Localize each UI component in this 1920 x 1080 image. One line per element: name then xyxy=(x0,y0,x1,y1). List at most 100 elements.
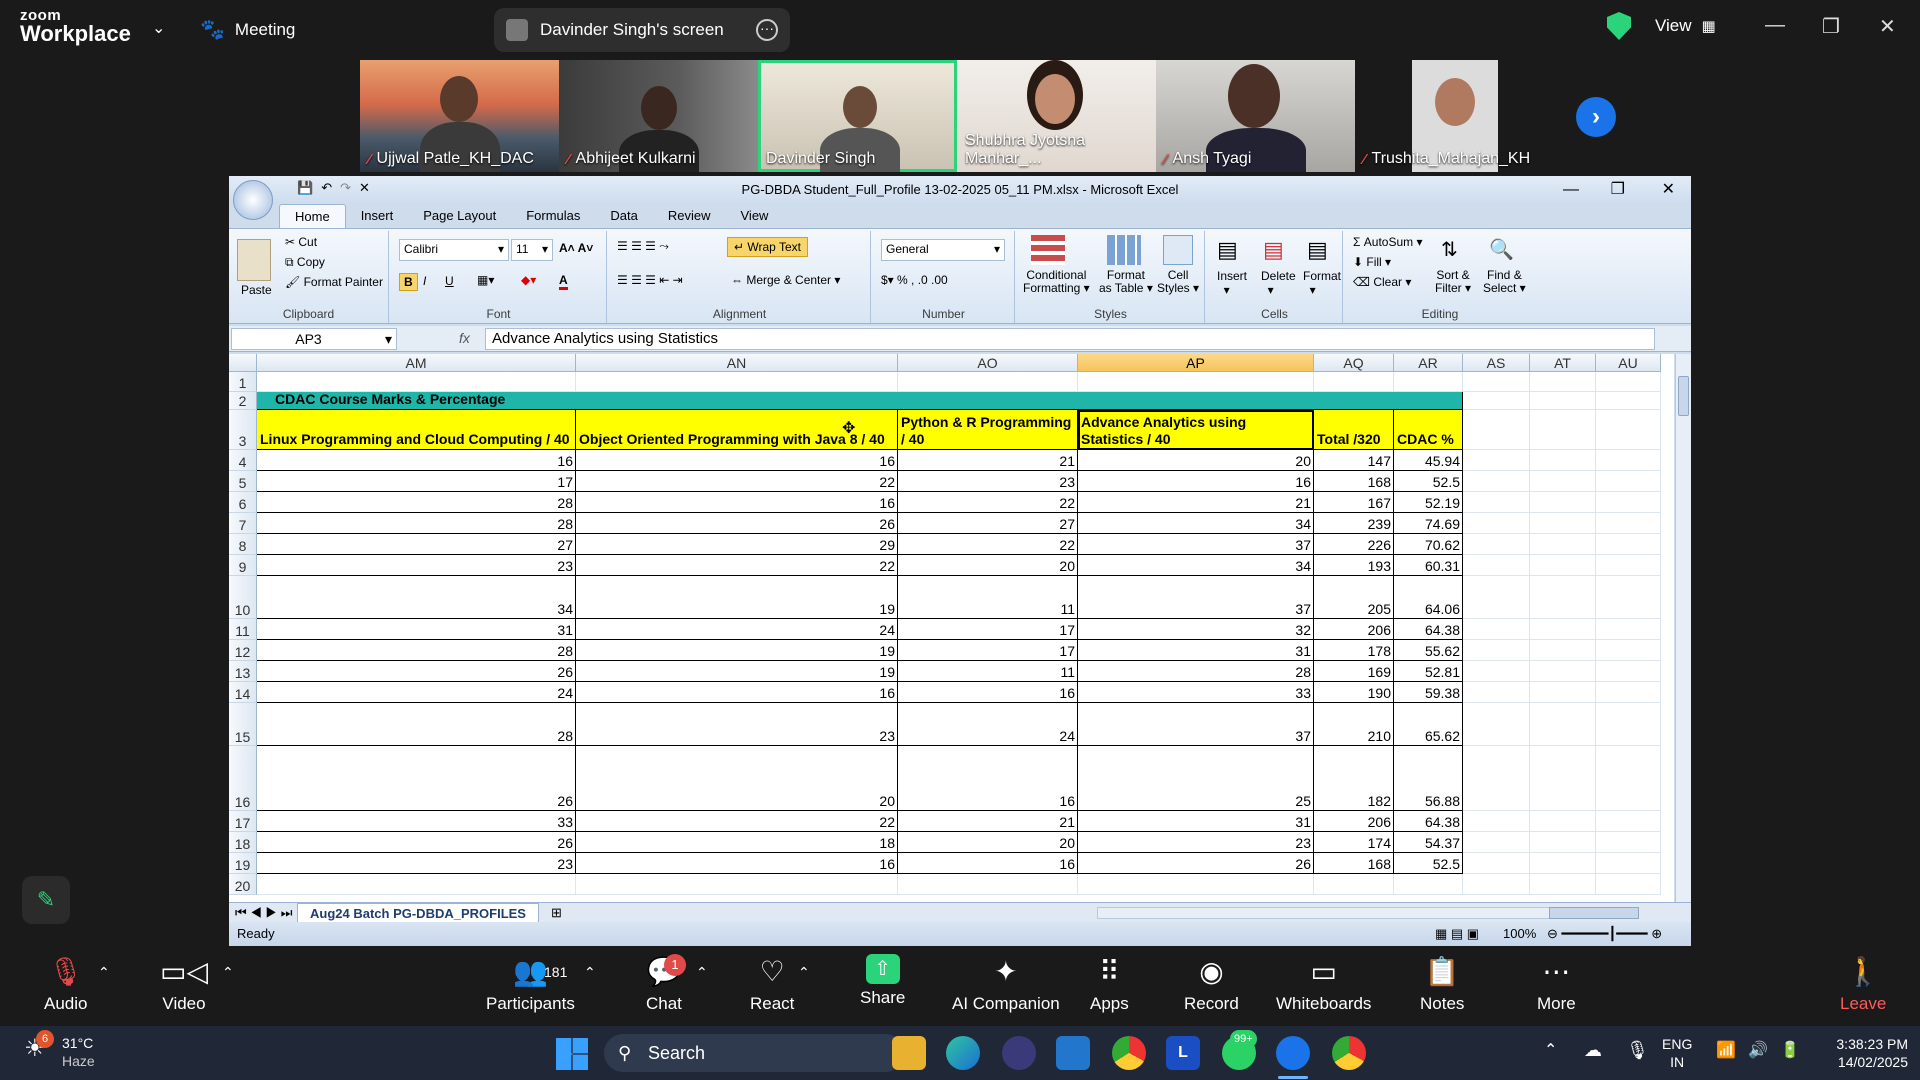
data-cell[interactable]: 16 xyxy=(1078,471,1314,492)
leave-button[interactable]: 🚶 Leave xyxy=(1840,954,1886,1014)
language-indicator[interactable]: ENG IN xyxy=(1662,1035,1692,1071)
fx-icon[interactable]: fx xyxy=(459,330,470,346)
grid-cell[interactable] xyxy=(1394,372,1463,392)
tab-formulas[interactable]: Formulas xyxy=(511,204,595,228)
data-cell[interactable]: 33 xyxy=(1078,682,1314,703)
data-cell[interactable]: 34 xyxy=(257,576,576,619)
row-header[interactable]: 18 xyxy=(229,832,257,853)
grid-cell[interactable] xyxy=(1596,619,1661,640)
grid-cell[interactable] xyxy=(1530,576,1596,619)
grid-cell[interactable] xyxy=(1530,492,1596,513)
copy-button[interactable]: ⧉ Copy xyxy=(285,255,325,270)
data-cell[interactable]: 16 xyxy=(576,450,898,471)
grid-cell[interactable] xyxy=(1596,410,1661,450)
column-header[interactable]: AN xyxy=(576,354,898,372)
grid-cell[interactable] xyxy=(1078,372,1314,392)
react-options-icon[interactable]: ⌃ xyxy=(798,964,810,981)
data-cell[interactable]: 20 xyxy=(898,555,1078,576)
format-painter-button[interactable]: 🖌 Format Painter xyxy=(285,275,383,289)
grid-cell[interactable] xyxy=(1530,682,1596,703)
data-cell[interactable]: 11 xyxy=(898,576,1078,619)
apps-button[interactable]: ⠿ Apps xyxy=(1090,954,1129,1014)
grid-cell[interactable] xyxy=(1463,492,1530,513)
row-header[interactable]: 12 xyxy=(229,640,257,661)
data-cell[interactable]: 22 xyxy=(898,534,1078,555)
data-cell[interactable]: 28 xyxy=(257,640,576,661)
clear-button[interactable]: ⌫ Clear ▾ xyxy=(1353,275,1411,289)
audio-button[interactable]: 🎙 Audio xyxy=(44,954,87,1014)
delete-cells-icon[interactable]: ▤ xyxy=(1263,237,1284,263)
data-cell[interactable]: 16 xyxy=(576,682,898,703)
data-cell[interactable]: 52.5 xyxy=(1394,471,1463,492)
grid-cell[interactable] xyxy=(1530,555,1596,576)
row-header[interactable]: 7 xyxy=(229,513,257,534)
grid-cell[interactable] xyxy=(1463,661,1530,682)
fill-color-icon[interactable]: ◆▾ xyxy=(521,273,536,287)
grid-cell[interactable] xyxy=(1596,372,1661,392)
conditional-formatting-icon[interactable] xyxy=(1031,235,1065,265)
data-cell[interactable]: 16 xyxy=(898,746,1078,811)
data-cell[interactable]: 34 xyxy=(1078,555,1314,576)
data-cell[interactable]: 20 xyxy=(1078,450,1314,471)
new-sheet-icon[interactable]: ⊞ xyxy=(551,905,562,921)
video-options-icon[interactable]: ⌃ xyxy=(222,964,234,981)
grid-cell[interactable] xyxy=(576,372,898,392)
data-cell[interactable]: 37 xyxy=(1078,534,1314,555)
notes-button[interactable]: 📋 Notes xyxy=(1420,954,1464,1014)
find-select-button[interactable]: Find & Select ▾ xyxy=(1483,269,1526,295)
grid-cell[interactable] xyxy=(1530,703,1596,746)
weather-widget[interactable]: 31°C Haze xyxy=(62,1034,95,1070)
video-button[interactable]: ▭◁ Video xyxy=(160,954,208,1014)
sort-filter-button[interactable]: Sort & Filter ▾ xyxy=(1435,269,1471,295)
name-box[interactable]: AP3 ▾ xyxy=(231,328,397,350)
scroll-thumb[interactable] xyxy=(1678,376,1689,416)
grid-cell[interactable] xyxy=(1530,513,1596,534)
undo-icon[interactable]: ↶ xyxy=(321,180,332,196)
grid-cell[interactable] xyxy=(1463,640,1530,661)
data-cell[interactable]: 24 xyxy=(257,682,576,703)
clock[interactable]: 3:38:23 PM 14/02/2025 xyxy=(1810,1035,1908,1071)
grid-cell[interactable] xyxy=(1530,874,1596,895)
data-cell[interactable]: 21 xyxy=(1078,492,1314,513)
annotate-pencil-icon[interactable]: ✎ xyxy=(22,876,70,924)
data-cell[interactable]: 23 xyxy=(576,703,898,746)
data-cell[interactable]: 55.62 xyxy=(1394,640,1463,661)
sheet-tab-active[interactable]: Aug24 Batch PG-DBDA_PROFILES xyxy=(297,903,539,923)
grid-cell[interactable] xyxy=(1596,492,1661,513)
data-cell[interactable]: 22 xyxy=(898,492,1078,513)
microphone-icon[interactable]: 🎙 xyxy=(1626,1040,1649,1061)
next-page-icon[interactable]: › xyxy=(1576,97,1616,137)
office-button[interactable] xyxy=(233,180,273,220)
spreadsheet-grid[interactable]: AM AN AO AP AQ AR AS AT AU 1 2 3 4 5 6 7 8 9 10 11 12 13 14 15 1… xyxy=(229,354,1674,902)
tab-home[interactable]: Home xyxy=(279,204,346,228)
vscode-icon[interactable] xyxy=(1056,1036,1090,1070)
excel-close-icon[interactable]: ✕ xyxy=(1662,176,1675,204)
data-cell[interactable]: 178 xyxy=(1314,640,1394,661)
grid-cell[interactable] xyxy=(1463,450,1530,471)
data-cell[interactable]: 17 xyxy=(898,640,1078,661)
column-title[interactable]: Python & R Programming / 40 xyxy=(898,410,1078,450)
l-app-icon[interactable]: L xyxy=(1166,1036,1200,1070)
grid-cell[interactable] xyxy=(1530,853,1596,874)
conditional-formatting-button[interactable]: Conditional Formatting ▾ xyxy=(1023,269,1090,295)
data-cell[interactable]: 26 xyxy=(257,661,576,682)
meeting-menu[interactable]: 🐾 Meeting xyxy=(200,17,295,42)
more-button[interactable]: ⋯ More xyxy=(1537,954,1576,1014)
grid-cell[interactable] xyxy=(1463,746,1530,811)
grid-cell[interactable] xyxy=(1596,534,1661,555)
data-cell[interactable]: 22 xyxy=(576,555,898,576)
data-cell[interactable]: 65.62 xyxy=(1394,703,1463,746)
data-cell[interactable]: 206 xyxy=(1314,811,1394,832)
data-cell[interactable]: 193 xyxy=(1314,555,1394,576)
number-format-select[interactable]: General ▾ xyxy=(881,239,1005,261)
data-cell[interactable]: 23 xyxy=(257,555,576,576)
data-cell[interactable]: 70.62 xyxy=(1394,534,1463,555)
format-table-icon[interactable] xyxy=(1107,235,1141,265)
format-cells-icon[interactable]: ▤ xyxy=(1307,237,1328,263)
active-cell[interactable]: Advance Analytics using Statistics / 40 xyxy=(1078,410,1314,450)
minimize-icon[interactable]: — xyxy=(1765,14,1785,37)
participants-options-icon[interactable]: ⌃ xyxy=(584,964,596,981)
file-explorer-icon[interactable] xyxy=(892,1036,926,1070)
grid-cell[interactable] xyxy=(1314,874,1394,895)
ai-companion-button[interactable]: ✦ AI Companion xyxy=(952,954,1060,1014)
